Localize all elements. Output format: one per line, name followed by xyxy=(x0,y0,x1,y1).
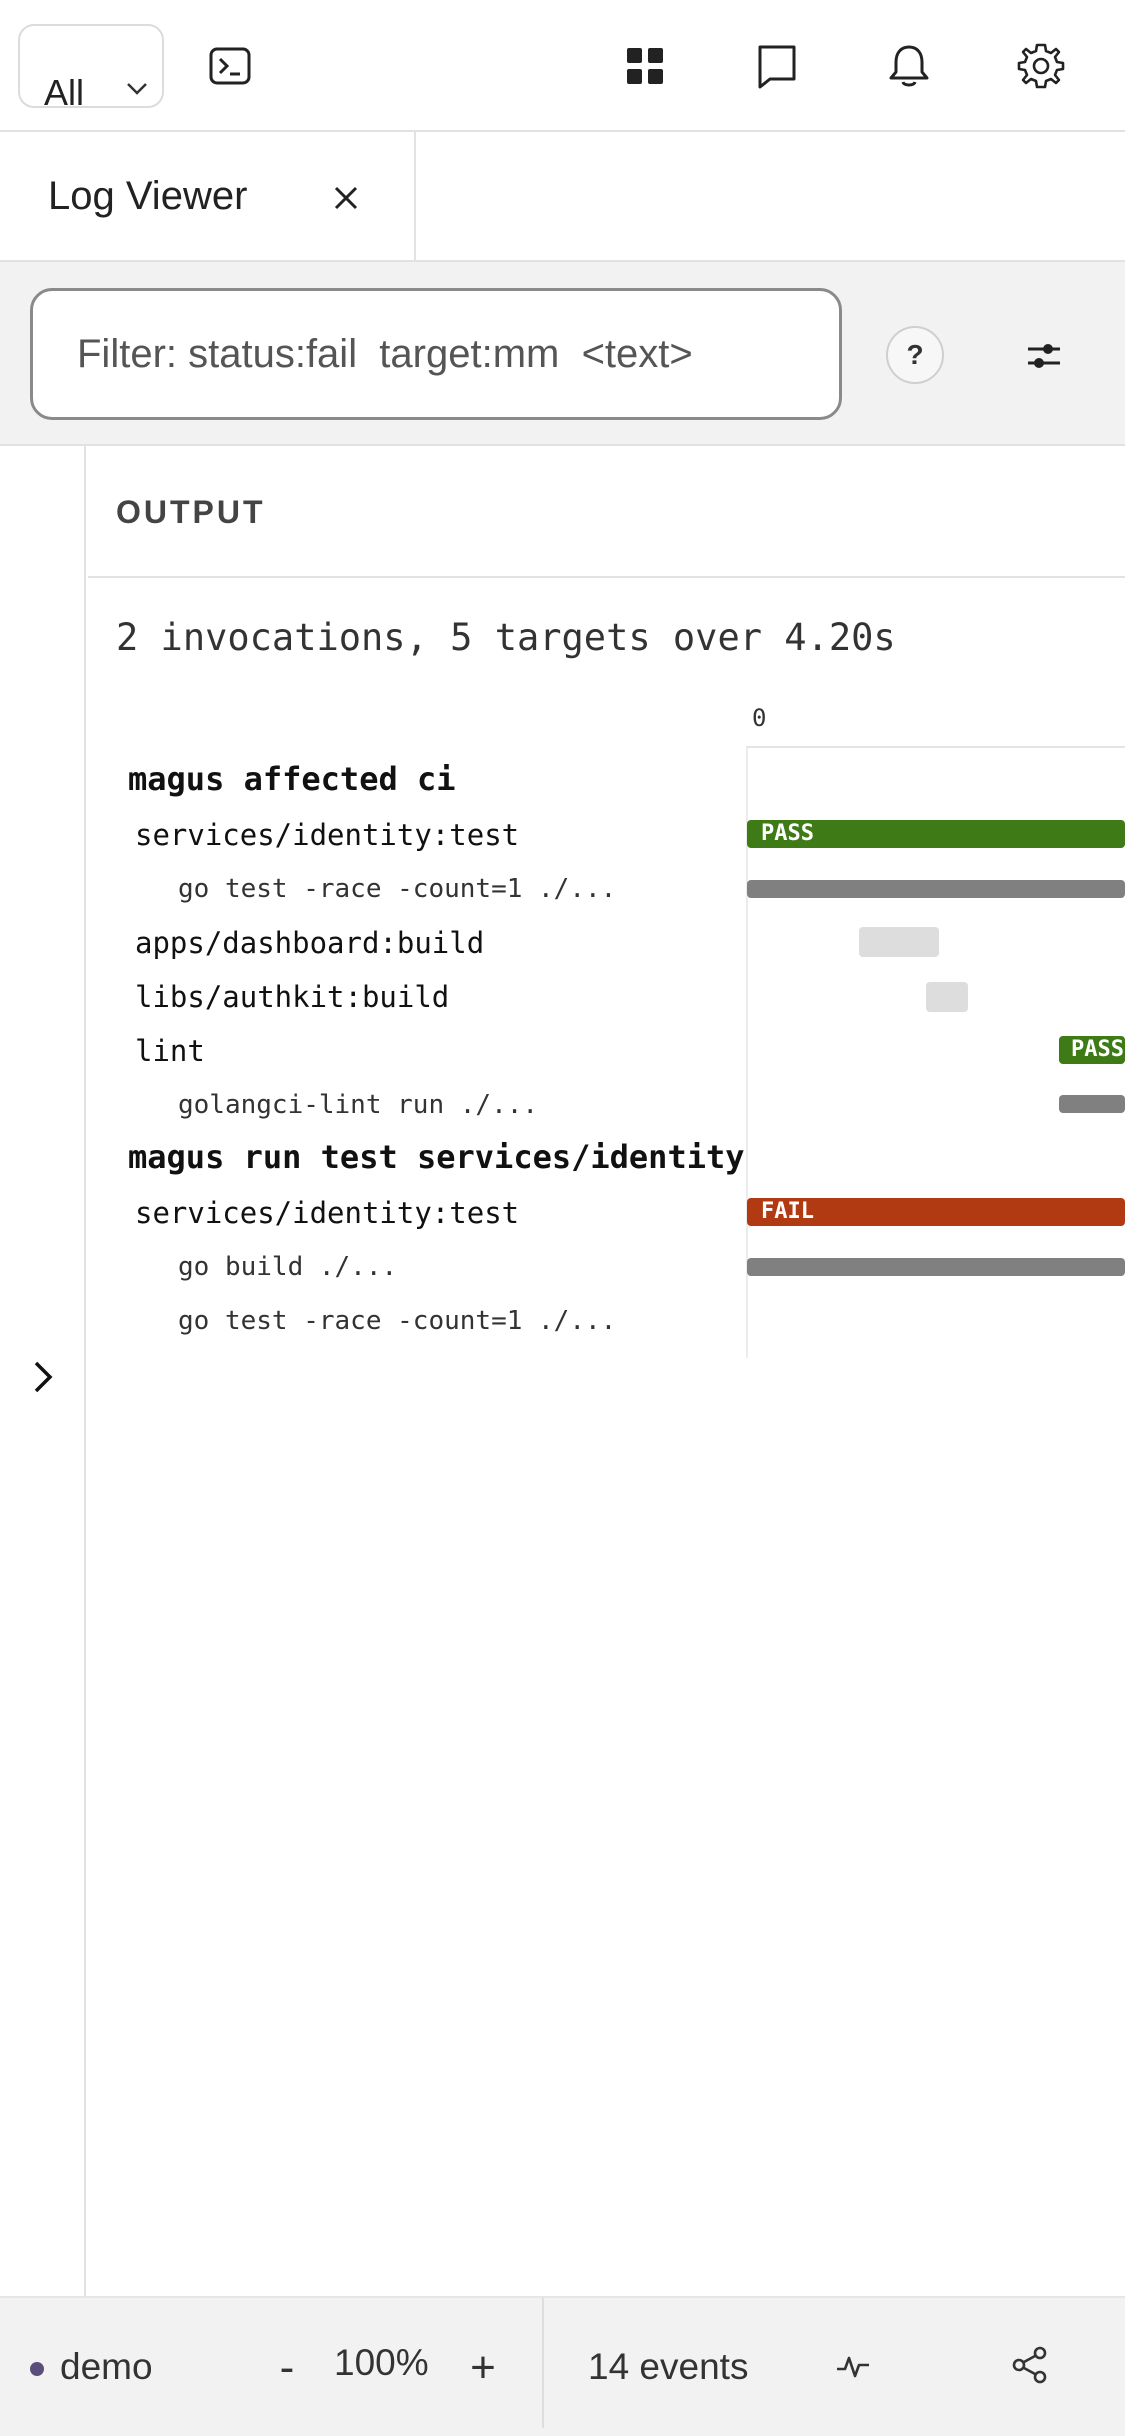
chevron-right-icon[interactable] xyxy=(20,1352,66,1402)
zoom-in-button[interactable]: + xyxy=(458,2338,508,2398)
command-row[interactable]: go test -race -count=1 ./... xyxy=(178,874,616,904)
bell-icon[interactable] xyxy=(879,36,939,96)
timeline-bar-command[interactable] xyxy=(1059,1095,1125,1113)
filter-bar: Filter: status:fail target:mm <text> ? xyxy=(0,262,1125,446)
scope-select-label: All xyxy=(44,72,85,113)
invocation-row[interactable]: magus run test services/identity xyxy=(128,1138,745,1176)
command-row[interactable]: go test -race -count=1 ./... xyxy=(178,1306,616,1336)
tab-bar: Log Viewer xyxy=(0,132,1125,262)
status-badge: FAIL xyxy=(761,1199,814,1224)
book-icon[interactable] xyxy=(747,36,807,96)
event-count: 14 events xyxy=(588,2346,749,2387)
left-rail xyxy=(0,446,86,2296)
footer-divider xyxy=(542,2298,544,2428)
output-summary: 2 invocations, 5 targets over 4.20s xyxy=(116,616,896,659)
timeline-bar-pass[interactable]: PASS xyxy=(1059,1036,1125,1064)
workspace-status-dot xyxy=(30,2362,44,2376)
command-row[interactable]: golangci-lint run ./... xyxy=(178,1090,538,1120)
top-toolbar: All xyxy=(0,0,1125,132)
timeline-bar-command[interactable] xyxy=(747,1258,1125,1276)
chevron-down-icon xyxy=(126,82,148,101)
activity-icon[interactable] xyxy=(828,2342,878,2392)
timeline-bar-pending[interactable] xyxy=(926,982,968,1012)
timeline-start-tick: 0 xyxy=(752,704,767,732)
zoom-level: 100% xyxy=(334,2342,429,2383)
timeline-bar-pending[interactable] xyxy=(859,927,939,957)
timeline-bar-command[interactable] xyxy=(747,880,1125,898)
output-header: OUTPUT xyxy=(88,446,1125,578)
share-icon[interactable] xyxy=(1005,2340,1055,2390)
command-row[interactable]: go build ./... xyxy=(178,1252,397,1282)
tab-label: Log Viewer xyxy=(48,174,248,218)
close-icon[interactable] xyxy=(326,178,366,218)
target-row[interactable]: libs/authkit:build xyxy=(135,980,449,1014)
timeline-bar-pass[interactable]: PASS xyxy=(747,820,1125,848)
scope-select[interactable]: All xyxy=(18,24,164,113)
workspace-name[interactable]: demo xyxy=(60,2346,153,2388)
target-row[interactable]: services/identity:test xyxy=(135,818,519,852)
target-row[interactable]: services/identity:test xyxy=(135,1196,519,1230)
status-footer xyxy=(0,2296,1125,2436)
gear-icon[interactable] xyxy=(1011,36,1071,96)
output-title: OUTPUT xyxy=(116,494,266,530)
grid-icon[interactable] xyxy=(615,36,675,96)
help-button[interactable]: ? xyxy=(886,326,944,384)
status-badge: PASS xyxy=(761,821,814,846)
tab-log-viewer[interactable]: Log Viewer xyxy=(0,132,416,262)
invocation-row[interactable]: magus affected ci xyxy=(128,760,456,798)
terminal-icon[interactable] xyxy=(200,36,260,96)
timeline-bar-fail[interactable]: FAIL xyxy=(747,1198,1125,1226)
sliders-icon[interactable] xyxy=(1016,328,1072,384)
target-row[interactable]: lint xyxy=(135,1034,205,1068)
filter-input[interactable]: Filter: status:fail target:mm <text> xyxy=(30,288,842,420)
zoom-out-button[interactable]: - xyxy=(262,2338,312,2398)
status-badge: PASS xyxy=(1071,1037,1124,1062)
target-row[interactable]: apps/dashboard:build xyxy=(135,926,484,960)
